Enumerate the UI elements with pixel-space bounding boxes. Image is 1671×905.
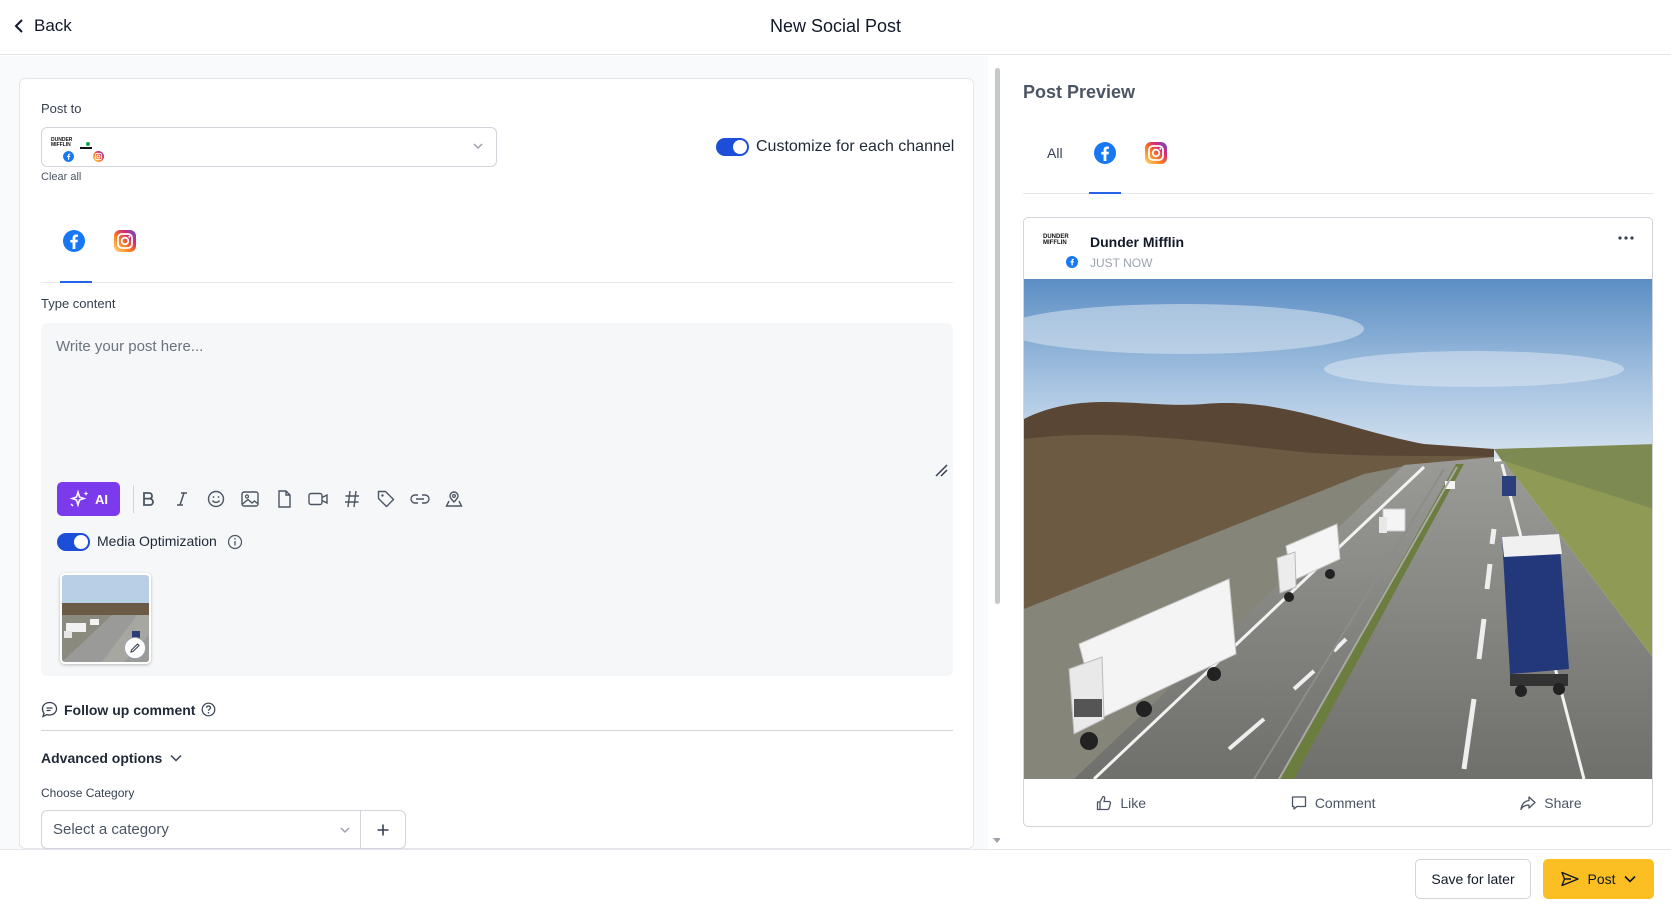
share-button[interactable]: Share	[1520, 795, 1582, 811]
save-for-later-button[interactable]: Save for later	[1415, 859, 1531, 899]
post-content-input[interactable]	[56, 338, 916, 458]
help-icon[interactable]	[201, 702, 216, 717]
author-name: Dunder Mifflin	[1090, 234, 1185, 250]
customize-toggle[interactable]	[716, 138, 749, 156]
advanced-options-label: Advanced options	[41, 750, 163, 766]
choose-category-label: Choose Category	[41, 786, 135, 800]
media-optimization-toggle[interactable]	[57, 533, 90, 551]
document-icon[interactable]	[274, 489, 294, 509]
instagram-icon	[93, 151, 104, 162]
truck-3	[1379, 508, 1406, 533]
follow-up-label: Follow up comment	[64, 701, 196, 718]
dunder-mifflin-logo: DUNDER MIFFLIN	[51, 137, 73, 148]
comment-icon	[1291, 796, 1306, 810]
ai-button[interactable]: AI	[57, 482, 120, 516]
active-preview-tab-indicator	[1089, 192, 1121, 194]
follow-up-comment-toggle[interactable]: Follow up comment	[41, 701, 216, 718]
facebook-icon	[1066, 256, 1078, 268]
toolbar-divider	[133, 485, 134, 513]
category-select[interactable]: Select a category	[41, 810, 361, 849]
top-bar: Back New Social Post	[0, 0, 1671, 55]
media-thumbnail[interactable]	[60, 573, 151, 664]
ai-label: AI	[95, 491, 108, 507]
link-icon[interactable]	[410, 489, 430, 509]
add-category-button[interactable]	[360, 810, 406, 849]
sparkles-icon	[69, 490, 89, 508]
facebook-icon[interactable]	[62, 229, 86, 253]
chevron-down-icon	[170, 754, 182, 762]
plus-icon	[377, 824, 389, 835]
preview-tabs: All	[1023, 120, 1653, 194]
facebook-post-preview: DUNDER MIFFLIN Dunder Mifflin JUST NOW L…	[1023, 217, 1653, 827]
video-icon[interactable]	[308, 489, 328, 509]
comment-button[interactable]: Comment	[1291, 795, 1376, 811]
edit-media-button[interactable]	[124, 637, 146, 659]
page-title: New Social Post	[769, 16, 902, 36]
highway-trucks-image	[1024, 279, 1652, 779]
avatar-logo-text: DUNDER MIFFLIN	[1043, 234, 1069, 246]
comment-label: Comment	[1314, 795, 1376, 811]
brand-mark-icon	[80, 142, 92, 149]
truck-blue-far	[1502, 476, 1516, 496]
media-optimization-label: Media Optimization	[97, 533, 217, 549]
italic-icon[interactable]	[172, 489, 192, 509]
advanced-options-toggle[interactable]: Advanced options	[41, 750, 182, 766]
pencil-icon	[130, 643, 140, 653]
post-label: Post	[1587, 871, 1616, 887]
bold-icon[interactable]	[138, 489, 158, 509]
like-button[interactable]: Like	[1096, 795, 1146, 811]
section-divider	[41, 730, 953, 731]
location-icon[interactable]	[444, 489, 464, 509]
hashtag-icon[interactable]	[342, 489, 362, 509]
post-time: JUST NOW	[1090, 256, 1153, 270]
resize-handle-icon[interactable]	[934, 463, 948, 477]
share-label: Share	[1544, 795, 1582, 811]
instagram-icon[interactable]	[1144, 141, 1168, 165]
category-placeholder: Select a category	[53, 821, 169, 838]
post-to-label: Post to	[41, 101, 82, 116]
thumbs-up-icon	[1097, 795, 1112, 811]
customize-label: Customize for each channel	[756, 138, 955, 155]
post-actions: Like Comment Share	[1024, 779, 1652, 826]
chevron-down-icon	[473, 143, 483, 150]
chevron-down-icon[interactable]	[1623, 875, 1636, 883]
more-options-icon[interactable]	[1618, 236, 1634, 240]
info-icon[interactable]	[227, 534, 243, 550]
facebook-icon	[63, 151, 74, 162]
post-button[interactable]: Post	[1543, 859, 1654, 899]
facebook-icon[interactable]	[1093, 141, 1117, 165]
chevron-down-icon	[340, 827, 350, 834]
channel-select[interactable]: DUNDER MIFFLIN	[41, 127, 497, 167]
emoji-icon[interactable]	[206, 489, 226, 509]
compose-box: AI Media Optimization	[41, 323, 953, 676]
comment-icon	[41, 701, 58, 718]
tag-icon[interactable]	[376, 489, 396, 509]
channel-tabs	[41, 213, 953, 283]
share-icon	[1520, 796, 1536, 811]
send-icon	[1561, 871, 1580, 887]
like-label: Like	[1120, 795, 1147, 811]
type-content-label: Type content	[41, 296, 116, 311]
image-icon[interactable]	[240, 489, 260, 509]
preview-tab-all[interactable]: All	[1047, 145, 1063, 161]
active-tab-indicator	[60, 281, 92, 283]
instagram-icon[interactable]	[113, 229, 137, 253]
preview-title: Post Preview	[1023, 82, 1136, 102]
clear-all-link[interactable]: Clear all	[41, 171, 81, 183]
